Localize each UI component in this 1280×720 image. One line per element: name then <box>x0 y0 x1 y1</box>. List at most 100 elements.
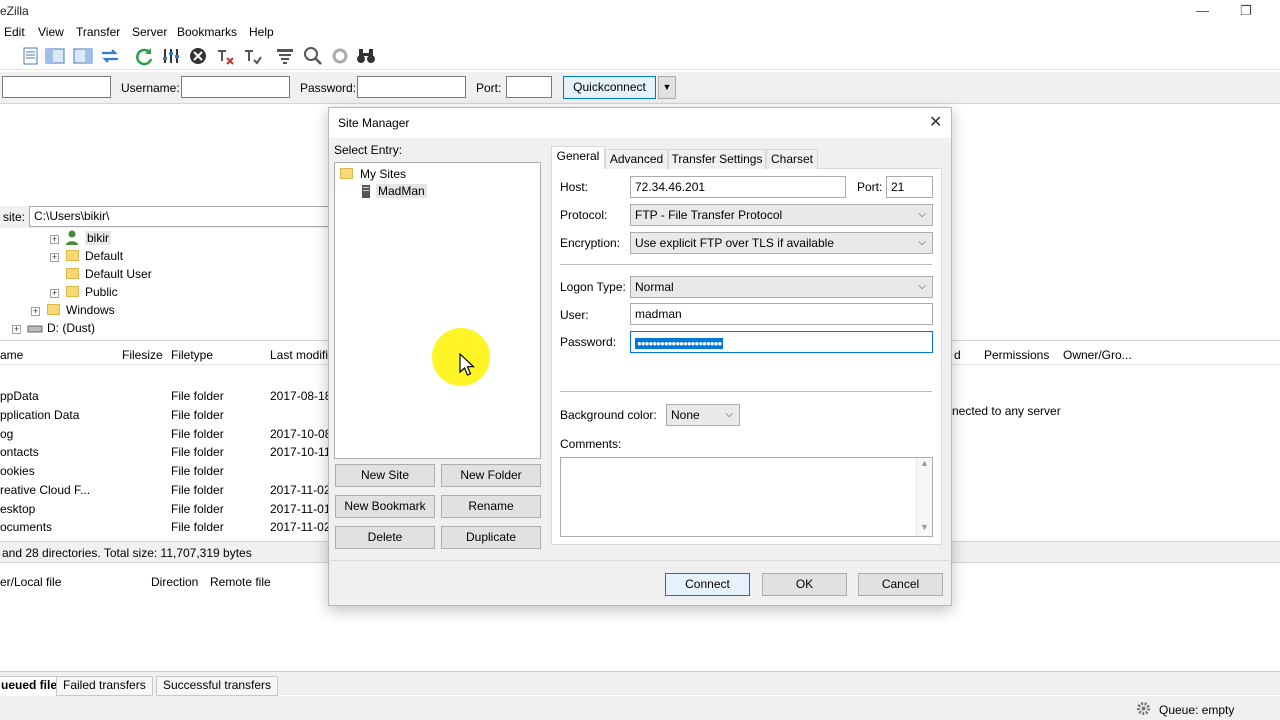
refresh-icon[interactable] <box>133 45 155 67</box>
tree-item-public[interactable]: Public <box>85 285 118 299</box>
file-date: 2017-10-11 <box>270 445 331 459</box>
site-tree[interactable] <box>334 162 541 459</box>
binoculars-icon[interactable] <box>355 45 377 67</box>
file-date: 2017-11-01 <box>270 502 331 516</box>
background-color-select[interactable]: None ⌵ <box>666 404 740 426</box>
col-remote-file[interactable]: Remote file <box>210 575 271 589</box>
menu-help[interactable]: Help <box>249 25 274 39</box>
rename-button[interactable]: Rename <box>441 495 541 518</box>
scrollbar[interactable]: ▲ ▼ <box>916 458 932 536</box>
tree-item-bikir[interactable]: bikir <box>85 231 112 245</box>
message-log-icon[interactable] <box>20 45 42 67</box>
connect-button[interactable]: Connect <box>665 573 750 596</box>
window-title: eZilla <box>0 4 29 18</box>
col-remote-partial[interactable]: d <box>954 348 961 362</box>
transfer-queue-icon[interactable] <box>99 45 121 67</box>
tree-item-drive-d[interactable]: D: (Dust) <box>47 321 95 335</box>
port-input[interactable] <box>506 76 552 98</box>
tree-site-madman[interactable]: MadMan <box>376 184 427 198</box>
new-folder-button[interactable]: New Folder <box>441 464 541 487</box>
tree-item-default[interactable]: Default <box>85 249 123 263</box>
tree-item-default-user[interactable]: Default User <box>85 267 152 281</box>
process-queue-icon[interactable] <box>160 45 182 67</box>
new-bookmark-button[interactable]: New Bookmark <box>335 495 435 518</box>
username-input[interactable] <box>181 76 290 98</box>
local-site-bar: site: C:\Users\bikir\ <box>0 206 330 228</box>
chevron-down-icon: ⌵ <box>918 209 926 220</box>
tab-failed-transfers[interactable]: Failed transfers <box>56 676 153 696</box>
folder-icon <box>66 250 79 261</box>
disconnect-icon[interactable] <box>214 45 236 67</box>
chevron-down-icon: ⌵ <box>918 281 926 292</box>
restore-icon[interactable]: ❐ <box>1240 3 1252 19</box>
tree-my-sites[interactable]: My Sites <box>360 167 406 181</box>
ok-button[interactable]: OK <box>762 573 847 596</box>
local-path-input[interactable]: C:\Users\bikir\ <box>29 206 330 227</box>
scroll-down-icon[interactable]: ▼ <box>920 522 929 532</box>
col-filename[interactable]: ame <box>0 348 23 362</box>
directory-filter-icon[interactable] <box>274 45 296 67</box>
comments-textarea[interactable]: ▲ ▼ <box>560 457 933 537</box>
tree-item-windows[interactable]: Windows <box>66 303 115 317</box>
menu-server[interactable]: Server <box>132 25 167 39</box>
divider <box>560 391 932 392</box>
quickconnect-button[interactable]: Quickconnect <box>563 76 656 99</box>
col-local-file[interactable]: er/Local file <box>0 575 61 589</box>
col-direction[interactable]: Direction <box>151 575 198 589</box>
tab-general[interactable]: General <box>551 146 605 169</box>
chevron-down-icon: ⌵ <box>725 409 733 420</box>
expand-icon[interactable]: + <box>31 307 40 316</box>
folder-icon <box>66 286 79 297</box>
remote-tree-icon[interactable] <box>72 45 94 67</box>
password-label: Password: <box>300 81 357 95</box>
server-icon <box>362 185 370 198</box>
menu-bookmarks[interactable]: Bookmarks <box>177 25 237 39</box>
logon-type-select[interactable]: Normal ⌵ <box>630 276 933 298</box>
menu-view[interactable]: View <box>38 25 64 39</box>
user-label: User: <box>560 308 589 322</box>
gear-icon <box>1137 702 1150 715</box>
tab-successful-transfers[interactable]: Successful transfers <box>156 676 279 696</box>
tab-transfer-settings[interactable]: Transfer Settings <box>668 149 766 169</box>
protocol-value: FTP - File Transfer Protocol <box>635 208 783 222</box>
expand-icon[interactable]: + <box>50 235 59 244</box>
host-field[interactable]: 72.34.46.201 <box>630 176 846 198</box>
reconnect-icon[interactable] <box>241 45 263 67</box>
close-icon[interactable]: ✕ <box>929 112 942 132</box>
tab-advanced[interactable]: Advanced <box>605 149 668 169</box>
file-name: ppData <box>0 389 39 403</box>
col-permissions[interactable]: Permissions <box>984 348 1049 362</box>
expand-icon[interactable]: + <box>50 253 59 262</box>
menu-edit[interactable]: Edit <box>4 25 25 39</box>
password-field[interactable]: ●●●●●●●●●●●●●●●●●●●●●● <box>630 331 933 353</box>
col-last-modified[interactable]: Last modifi <box>270 348 328 362</box>
col-filesize[interactable]: Filesize <box>122 348 163 362</box>
password-mask: ●●●●●●●●●●●●●●●●●●●●●● <box>635 338 724 349</box>
user-field[interactable]: madman <box>630 303 933 325</box>
port-field[interactable]: 21 <box>886 176 933 198</box>
new-site-button[interactable]: New Site <box>335 464 435 487</box>
col-owner-group[interactable]: Owner/Gro... <box>1063 348 1132 362</box>
expand-icon[interactable]: + <box>12 325 21 334</box>
encryption-select[interactable]: Use explicit FTP over TLS if available ⌵ <box>630 232 933 254</box>
delete-button[interactable]: Delete <box>335 526 435 549</box>
search-icon[interactable] <box>302 45 324 67</box>
file-date: 2017-08-18 <box>270 389 332 403</box>
minimize-icon[interactable]: — <box>1196 3 1209 18</box>
cancel-operation-icon[interactable] <box>187 45 209 67</box>
local-tree-icon[interactable] <box>44 45 66 67</box>
menu-transfer[interactable]: Transfer <box>76 25 120 39</box>
file-name: og <box>0 427 14 441</box>
protocol-select[interactable]: FTP - File Transfer Protocol ⌵ <box>630 204 933 226</box>
file-type: File folder <box>171 389 224 403</box>
scroll-up-icon[interactable]: ▲ <box>920 458 929 468</box>
col-filetype[interactable]: Filetype <box>171 348 213 362</box>
quickconnect-dropdown[interactable]: ▼ <box>658 76 676 99</box>
duplicate-button[interactable]: Duplicate <box>441 526 541 549</box>
expand-icon[interactable]: + <box>50 289 59 298</box>
password-input[interactable] <box>357 76 466 98</box>
sync-browsing-icon[interactable] <box>329 45 351 67</box>
cancel-button[interactable]: Cancel <box>858 573 943 596</box>
host-input[interactable] <box>2 76 111 98</box>
tab-charset[interactable]: Charset <box>766 149 818 169</box>
